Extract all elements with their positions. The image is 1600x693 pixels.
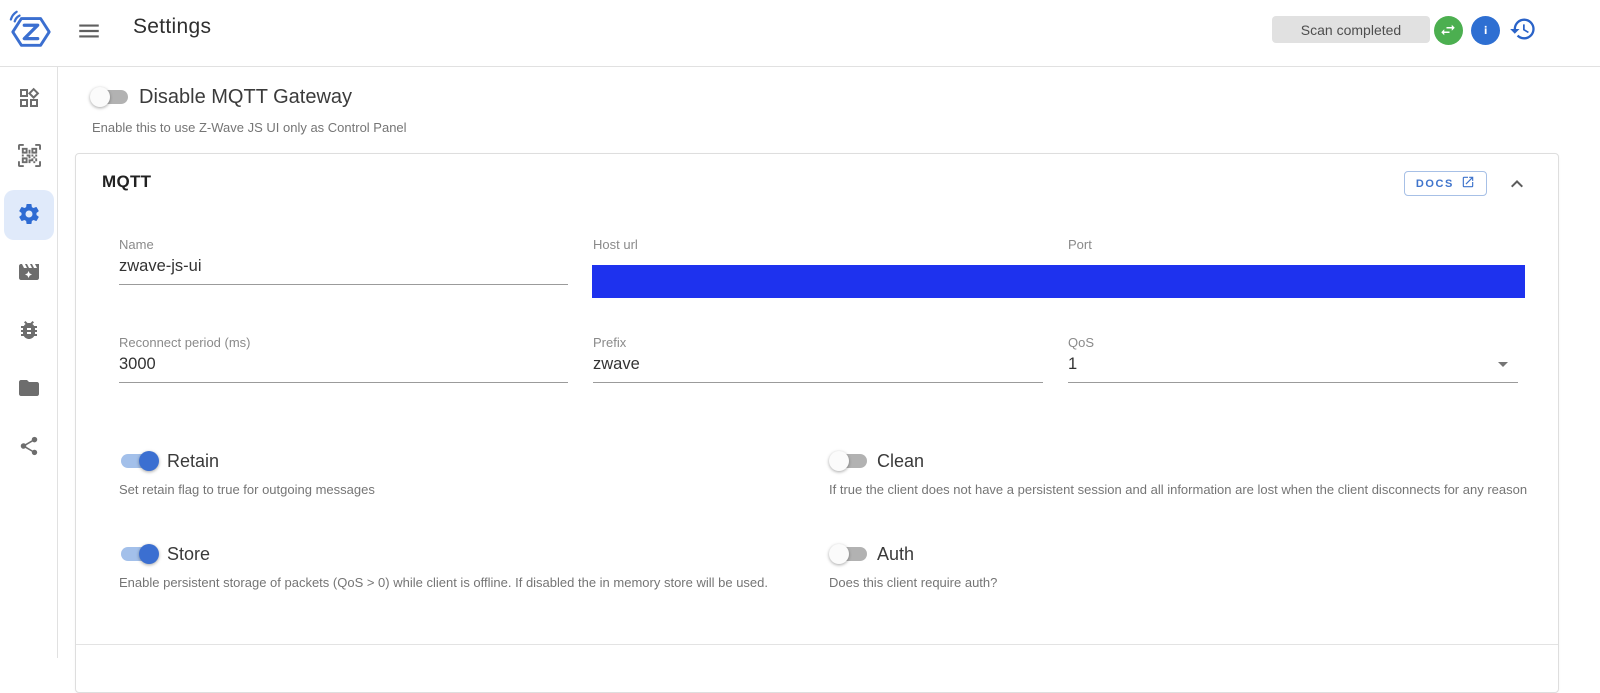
redacted-value-overlay xyxy=(592,265,1525,298)
history-icon[interactable] xyxy=(1508,14,1538,44)
info-badge xyxy=(1470,15,1500,45)
retain-toggle-block: Retain Set retain flag to true for outgo… xyxy=(119,449,809,498)
auth-toggle-block: Auth Does this client require auth? xyxy=(829,542,1519,590)
prefix-input[interactable] xyxy=(593,350,1043,383)
toggle-thumb xyxy=(139,451,159,471)
chevron-down-icon xyxy=(1498,362,1508,367)
sidebar-item-scenes[interactable] xyxy=(4,248,54,298)
clean-toggle-block: Clean If true the client does not have a… xyxy=(829,449,1529,497)
bug-icon xyxy=(17,318,41,345)
reconnect-period-input[interactable] xyxy=(119,350,568,383)
prefix-field: Prefix xyxy=(593,335,1043,383)
page-title: Settings xyxy=(133,15,212,38)
disable-mqtt-gateway-label: Disable MQTT Gateway xyxy=(139,85,353,108)
reconnect-period-label: Reconnect period (ms) xyxy=(119,335,251,350)
sidebar-item-store[interactable] xyxy=(4,364,54,414)
toggle-thumb xyxy=(139,544,159,564)
settings-content: Disable MQTT Gateway Enable this to use … xyxy=(58,67,1600,693)
name-field: Name xyxy=(119,237,568,285)
retain-toggle-label: Retain xyxy=(167,450,220,471)
swap-horizontal-icon[interactable] xyxy=(1433,15,1463,45)
clean-toggle[interactable] xyxy=(829,449,869,473)
mqtt-panel-title: MQTT xyxy=(102,172,152,191)
toggle-thumb xyxy=(829,451,849,471)
toggle-thumb xyxy=(829,544,849,564)
clean-toggle-hint: If true the client does not have a persi… xyxy=(829,482,1528,497)
share-icon xyxy=(18,435,40,460)
port-field-label: Port xyxy=(1068,237,1092,252)
menu-icon[interactable] xyxy=(74,17,104,47)
sidebar-item-network-graph[interactable] xyxy=(4,422,54,472)
qos-selected-value: 1 xyxy=(1068,355,1078,373)
store-toggle-hint: Enable persistent storage of packets (Qo… xyxy=(119,575,769,590)
sidebar-item-smart-start[interactable] xyxy=(4,132,54,182)
scan-status-text: Scan completed xyxy=(1300,21,1402,38)
mqtt-fields-row-2: Reconnect period (ms) Prefix QoS 1 xyxy=(119,335,1518,383)
top-bar: Settings Scan completed xyxy=(0,0,1600,67)
qrcode-scan-icon xyxy=(17,144,41,170)
zwave-js-ui-logo xyxy=(8,6,54,54)
movie-filter-icon xyxy=(17,260,41,287)
sidebar-item-debug[interactable] xyxy=(4,306,54,356)
clean-toggle-label: Clean xyxy=(877,450,925,471)
sidebar-item-settings[interactable] xyxy=(4,190,54,240)
widgets-icon xyxy=(17,86,41,113)
docs-button[interactable]: DOCS xyxy=(1403,171,1487,196)
qos-field: QoS 1 xyxy=(1068,335,1518,383)
retain-toggle[interactable] xyxy=(119,449,159,473)
open-in-new-icon xyxy=(1461,175,1475,192)
disable-mqtt-gateway-hint: Enable this to use Z-Wave JS UI only as … xyxy=(92,120,407,135)
folder-icon xyxy=(17,376,41,403)
qos-select[interactable]: 1 xyxy=(1068,350,1518,383)
chevron-up-icon[interactable] xyxy=(1504,172,1530,198)
docs-button-label: DOCS xyxy=(1415,177,1454,190)
host-url-field-label: Host url xyxy=(593,237,638,252)
auth-toggle-label: Auth xyxy=(877,543,915,564)
connection-status-badge xyxy=(1433,15,1463,45)
name-field-label: Name xyxy=(119,237,154,252)
gear-icon xyxy=(17,202,41,229)
store-toggle-label: Store xyxy=(167,543,211,564)
prefix-field-label: Prefix xyxy=(593,335,627,350)
qos-field-label: QoS xyxy=(1068,335,1095,350)
store-toggle[interactable] xyxy=(119,542,159,566)
info-icon[interactable] xyxy=(1470,15,1500,45)
toggle-thumb xyxy=(90,87,110,107)
auth-toggle-hint: Does this client require auth? xyxy=(829,575,998,590)
scan-status-chip: Scan completed xyxy=(1272,16,1430,43)
auth-toggle[interactable] xyxy=(829,542,869,566)
store-toggle-block: Store Enable persistent storage of packe… xyxy=(119,542,809,591)
mqtt-panel: MQTT DOCS Name Host url Port xyxy=(75,153,1559,693)
name-input[interactable] xyxy=(119,252,568,285)
reconnect-period-field: Reconnect period (ms) xyxy=(119,335,568,383)
retain-toggle-hint: Set retain flag to true for outgoing mes… xyxy=(119,482,375,497)
sidebar-item-control-panel[interactable] xyxy=(4,74,54,124)
panel-divider xyxy=(76,644,1558,645)
disable-mqtt-gateway-toggle[interactable] xyxy=(90,85,130,109)
sidebar xyxy=(0,67,58,658)
